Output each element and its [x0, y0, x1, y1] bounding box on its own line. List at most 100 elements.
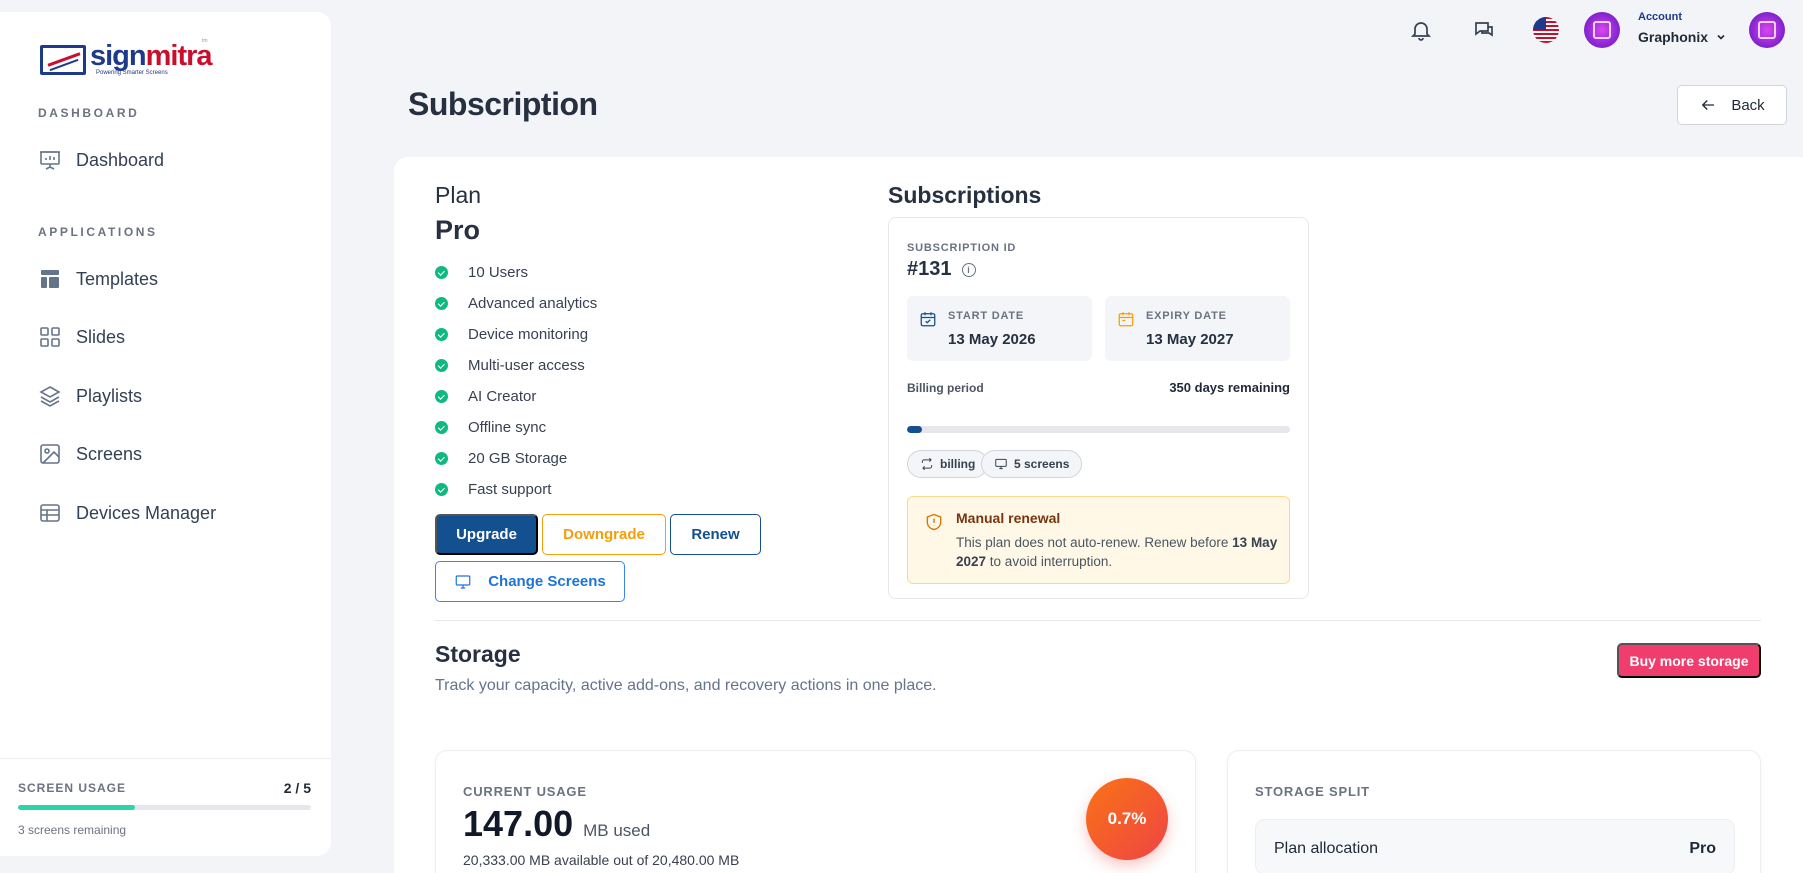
presentation-chart-icon	[40, 151, 60, 170]
us-flag-icon[interactable]	[1533, 17, 1559, 43]
account-label: Account	[1638, 11, 1682, 23]
storage-split-card: STORAGE SPLIT Plan allocation Pro	[1227, 750, 1761, 873]
days-remaining: 350 days remaining	[1169, 380, 1290, 395]
account-switcher[interactable]: Account Graphonix	[1638, 11, 1726, 45]
table-icon	[40, 504, 60, 522]
chevron-down-icon	[1717, 34, 1725, 40]
sidebar-item-label: Slides	[76, 326, 126, 347]
storage-subtitle: Track your capacity, active add-ons, and…	[435, 677, 937, 694]
billing-progress-track	[907, 426, 1290, 433]
monitor-icon	[455, 574, 471, 589]
subscription-id-value: #131	[907, 258, 952, 280]
renew-button[interactable]: Renew	[670, 514, 761, 555]
sidebar-item-screens[interactable]: Screens	[38, 442, 142, 466]
feature-item: Fast support	[435, 474, 597, 505]
feature-item: AI Creator	[435, 381, 597, 412]
logo-trademark: tm	[202, 38, 208, 44]
feature-label: 20 GB Storage	[468, 450, 568, 467]
plan-allocation-row: Plan allocation Pro	[1255, 819, 1735, 873]
billing-progress-fill	[907, 426, 923, 433]
grid-icon	[40, 327, 60, 347]
check-circle-icon	[435, 266, 448, 279]
change-screens-button[interactable]: Change Screens	[435, 561, 625, 602]
buy-more-storage-button[interactable]: Buy more storage	[1617, 643, 1761, 678]
sidebar-item-slides[interactable]: Slides	[38, 325, 125, 349]
feature-item: Device monitoring	[435, 319, 597, 350]
feature-item: Advanced analytics	[435, 288, 597, 319]
feature-label: 10 Users	[468, 264, 529, 281]
usage-unit: MB used	[583, 821, 651, 840]
plan-allocation-key: Plan allocation	[1274, 840, 1379, 857]
layers-icon	[39, 386, 61, 407]
feature-label: Offline sync	[468, 419, 547, 436]
shield-alert-icon	[926, 513, 942, 531]
template-icon	[41, 270, 59, 288]
billing-chip-label: billing	[940, 457, 976, 471]
screen-usage-label: SCREEN USAGE	[18, 781, 127, 795]
signmitra-logo[interactable]: signmitra Powering Smarter Screens tm	[40, 38, 220, 80]
messages-button[interactable]	[1468, 14, 1500, 46]
sidebar-item-label: Dashboard	[76, 149, 165, 170]
screens-chip-label: 5 screens	[1014, 457, 1070, 471]
subscription-id: #131 i	[907, 258, 976, 281]
repeat-icon	[921, 457, 933, 471]
sidebar-item-dashboard[interactable]: Dashboard	[38, 148, 164, 172]
feature-item: Multi-user access	[435, 350, 597, 381]
section-divider	[435, 620, 1761, 621]
sidebar-item-playlists[interactable]: Playlists	[38, 384, 142, 408]
profile-avatar[interactable]	[1749, 12, 1785, 48]
logo-wordmark: signmitra	[90, 40, 213, 72]
screens-chip: 5 screens	[981, 450, 1083, 478]
subscription-details: SUBSCRIPTION ID #131 i START DATE 13 May…	[888, 217, 1309, 599]
check-circle-icon	[435, 390, 448, 403]
logo-mark-icon	[40, 45, 86, 75]
feature-item: 10 Users	[435, 257, 597, 288]
feature-label: Device monitoring	[468, 326, 589, 343]
sidebar-item-devices-manager[interactable]: Devices Manager	[38, 501, 216, 525]
feature-label: Advanced analytics	[468, 295, 598, 312]
upgrade-button[interactable]: Upgrade	[435, 514, 538, 555]
sidebar-item-label: Templates	[76, 268, 159, 289]
usage-number: 147.00	[463, 803, 574, 844]
current-usage-value: 147.00 MB used	[463, 803, 650, 845]
account-name-text: Graphonix	[1638, 29, 1709, 45]
plan-allocation-value: Pro	[1689, 840, 1716, 857]
usage-percent-badge: 0.7%	[1086, 778, 1168, 860]
back-button[interactable]: Back	[1677, 85, 1787, 125]
feature-item: 20 GB Storage	[435, 443, 597, 474]
screen-usage-fill	[18, 805, 136, 810]
feature-label: Fast support	[468, 481, 552, 498]
subscriptions-heading: Subscriptions	[888, 182, 1042, 208]
check-circle-icon	[435, 359, 448, 372]
sidebar-item-label: Screens	[76, 443, 143, 464]
sidebar: signmitra Powering Smarter Screens tm DA…	[0, 12, 331, 856]
logo-tagline: Powering Smarter Screens	[96, 70, 168, 76]
notice-text-before: This plan does not auto-renew. Renew bef…	[956, 535, 1233, 550]
sidebar-item-templates[interactable]: Templates	[38, 267, 158, 291]
notifications-button[interactable]	[1405, 14, 1437, 46]
screen-usage-track	[18, 805, 311, 810]
current-usage-card: CURRENT USAGE 147.00 MB used 20,333.00 M…	[435, 750, 1196, 873]
screen-usage-value: 2 / 5	[283, 780, 311, 796]
check-circle-icon	[435, 421, 448, 434]
account-avatar[interactable]	[1584, 12, 1620, 48]
check-circle-icon	[435, 297, 448, 310]
calendar-icon	[1118, 312, 1134, 327]
nav-section-dashboard: DASHBOARD	[38, 106, 140, 120]
subscription-id-label: SUBSCRIPTION ID	[907, 242, 1017, 254]
plan-name: Pro	[435, 215, 481, 245]
account-name: Graphonix	[1638, 29, 1726, 45]
image-icon	[40, 444, 60, 464]
back-button-label: Back	[1731, 96, 1765, 114]
sidebar-item-label: Playlists	[76, 385, 143, 406]
calendar-check-icon	[920, 312, 936, 327]
screen-usage-remaining: 3 screens remaining	[18, 823, 127, 837]
usage-available: 20,333.00 MB available out of 20,480.00 …	[463, 852, 740, 868]
chat-icon	[1475, 22, 1493, 37]
notice-text: This plan does not auto-renew. Renew bef…	[956, 533, 1281, 571]
downgrade-button[interactable]: Downgrade	[542, 514, 666, 555]
info-icon[interactable]: i	[961, 262, 976, 277]
notice-title: Manual renewal	[956, 510, 1061, 526]
screen-usage-panel: SCREEN USAGE 2 / 5 3 screens remaining	[0, 758, 331, 856]
expiry-date-value: 13 May 2027	[1146, 331, 1234, 348]
